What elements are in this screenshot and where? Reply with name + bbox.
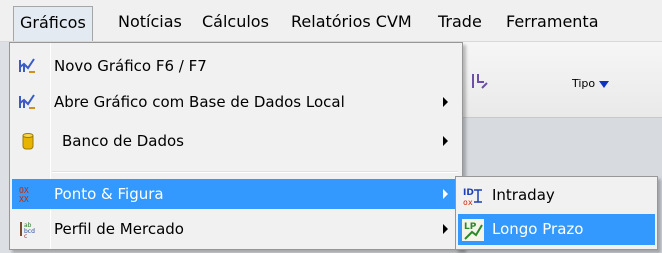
menu-item-abre-grafico[interactable]: Abre Gráfico com Base de Dados Local xyxy=(12,87,460,117)
menu-item-label: Abre Gráfico com Base de Dados Local xyxy=(54,93,345,111)
market-profile-icon: ab bcd c xyxy=(18,219,38,240)
menu-item-perfil-mercado[interactable]: ab bcd c Perfil de Mercado xyxy=(12,214,460,244)
svg-text:ID: ID xyxy=(463,188,474,198)
menu-item-label: Banco de Dados xyxy=(62,132,184,150)
graficos-dropdown: Novo Gráfico F6 / F7 Abre Gráfico com Ba… xyxy=(9,42,463,250)
submenu-item-intraday[interactable]: ID ox Intraday xyxy=(458,180,655,211)
submenu-arrow-icon xyxy=(443,136,448,146)
tipo-label: Tipo xyxy=(572,77,596,90)
database-icon xyxy=(18,131,38,151)
long-term-icon: LP xyxy=(462,219,484,241)
menu-item-novo-grafico[interactable]: Novo Gráfico F6 / F7 xyxy=(12,51,460,81)
svg-text:XX: XX xyxy=(19,195,29,204)
menu-trade[interactable]: Trade xyxy=(432,6,488,40)
svg-text:c: c xyxy=(24,233,27,239)
svg-text:ox: ox xyxy=(463,198,473,207)
tool-icon[interactable] xyxy=(470,70,490,94)
point-figure-icon: OX XX xyxy=(18,184,38,204)
intraday-icon: ID ox xyxy=(462,185,484,207)
submenu-item-longo-prazo[interactable]: LP Longo Prazo xyxy=(458,214,655,245)
menu-noticias[interactable]: Notícias xyxy=(112,6,188,40)
menu-ferramentas[interactable]: Ferramenta xyxy=(500,6,605,40)
submenu-arrow-icon xyxy=(443,97,448,107)
svg-text:LP: LP xyxy=(464,222,477,232)
dropdown-arrow-icon xyxy=(599,80,610,88)
submenu-item-label: Intraday xyxy=(492,186,555,204)
menu-item-ponto-figura[interactable]: OX XX Ponto & Figura xyxy=(12,179,460,209)
menu-item-banco-de-dados[interactable]: Banco de Dados xyxy=(12,126,460,156)
menu-separator xyxy=(52,171,458,173)
submenu-item-label: Longo Prazo xyxy=(492,220,584,238)
menu-item-label: Perfil de Mercado xyxy=(54,220,184,238)
tipo-dropdown[interactable]: Tipo xyxy=(572,77,610,90)
background-toolbar xyxy=(462,42,662,118)
menu-relatorios-cvm[interactable]: Relatórios CVM xyxy=(285,6,418,40)
menu-calculos[interactable]: Cálculos xyxy=(196,6,275,40)
chart-icon xyxy=(18,56,38,76)
menu-bar: Gráficos Notícias Cálculos Relatórios CV… xyxy=(0,0,662,42)
menu-item-label: Novo Gráfico F6 / F7 xyxy=(54,57,207,75)
ponto-figura-submenu: ID ox Intraday LP Longo Prazo xyxy=(455,176,658,250)
submenu-arrow-icon xyxy=(443,224,448,234)
menu-graficos[interactable]: Gráficos xyxy=(13,6,93,41)
svg-text:OX: OX xyxy=(19,186,29,195)
chart-icon xyxy=(18,92,38,112)
submenu-arrow-icon xyxy=(443,189,448,199)
menu-item-label: Ponto & Figura xyxy=(54,185,164,203)
